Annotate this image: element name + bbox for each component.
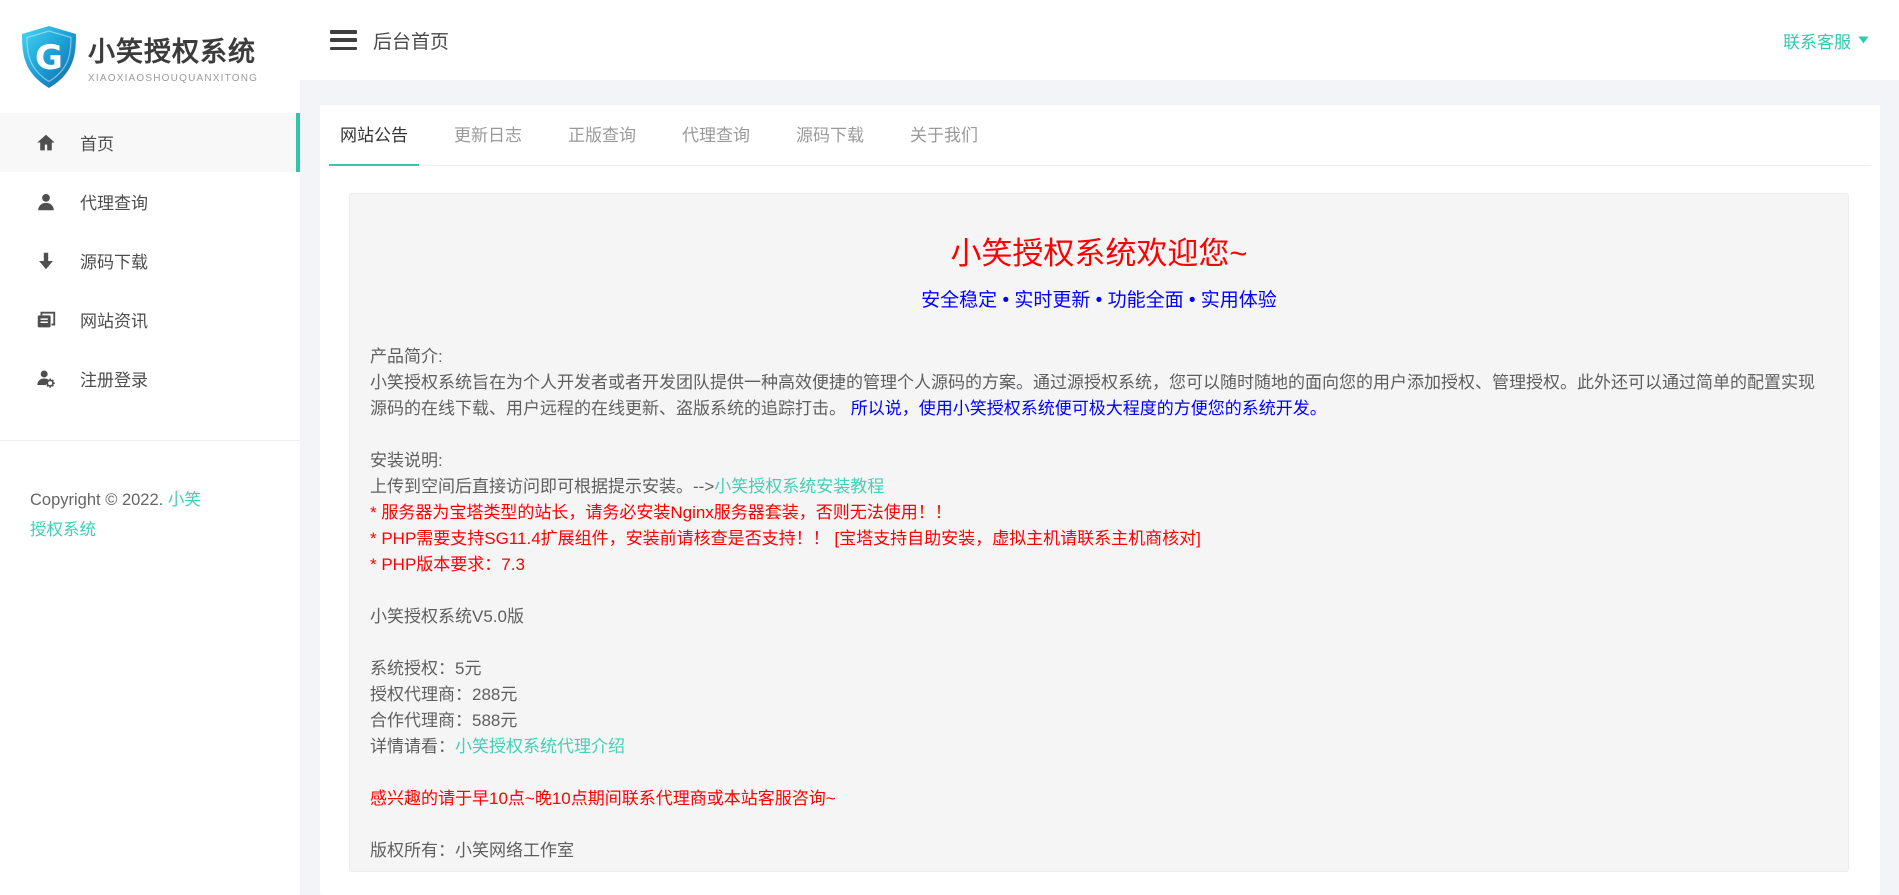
announcement-line <box>370 630 1828 656</box>
announcement-text: 所以说，使用小笑授权系统便可极大程度的方便您的系统开发。 <box>846 399 1327 418</box>
announcement-text: * 服务器为宝塔类型的站长，请务必安装Nginx服务器套装，否则无法使用！！ <box>370 503 952 522</box>
announcement-line: 授权代理商：288元 <box>370 682 1828 708</box>
announcement-line: * PHP版本要求：7.3 <box>370 552 1828 578</box>
sidebar-item-label: 源码下载 <box>80 248 148 273</box>
announcement-text: 系统授权：5元 <box>370 659 481 678</box>
announcement-line <box>370 812 1828 838</box>
page-title: 后台首页 <box>373 27 449 54</box>
announcement-line <box>370 760 1828 786</box>
main-card: 网站公告 更新日志 正版查询 代理查询 源码下载 关于我们 小笑授权系统欢迎您~… <box>320 105 1880 895</box>
brand-subtitle: XIAOXIAOSHOUQUANXITONG <box>88 73 258 84</box>
copyright: Copyright © 2022. 小笑授权系统 <box>0 441 245 545</box>
chevron-down-icon <box>1858 36 1869 44</box>
news-icon <box>34 308 58 332</box>
announcement-text: 产品简介: <box>370 347 443 366</box>
contact-support-dropdown[interactable]: 联系客服 <box>1783 28 1869 53</box>
announcement-line: * 服务器为宝塔类型的站长，请务必安装Nginx服务器套装，否则无法使用！！ <box>370 500 1828 526</box>
announcement-line: 上传到空间后直接访问即可根据提示安装。-->小笑授权系统安装教程 <box>370 474 1828 500</box>
sidebar-menu: 首页 代理查询 源码下载 网站资讯 <box>0 113 300 408</box>
tab-genuine-query[interactable]: 正版查询 <box>557 105 647 166</box>
svg-text:G: G <box>35 38 63 78</box>
announcement-text: 安装说明: <box>370 451 443 470</box>
announcement-line: 合作代理商：588元 <box>370 708 1828 734</box>
person-gear-icon <box>34 367 58 391</box>
sidebar-item-label: 网站资讯 <box>80 307 148 332</box>
copyright-text: Copyright © 2022. <box>30 491 168 509</box>
download-icon <box>34 249 58 273</box>
brand-title: 小笑授权系统 <box>88 30 258 69</box>
announcement-text: 版权所有：小笑网络工作室 <box>370 841 574 860</box>
sidebar-item-source-download[interactable]: 源码下载 <box>0 231 300 290</box>
announcement-body: 产品简介: 小笑授权系统旨在为个人开发者或者开发团队提供一种高效便捷的管理个人源码… <box>370 344 1828 864</box>
announcement-panel: 小笑授权系统欢迎您~ 安全稳定 • 实时更新 • 功能全面 • 实用体验 产品简… <box>349 193 1849 872</box>
announcement-text: * PHP需要支持SG11.4扩展组件，安装前请核查是否支持！！ [宝塔支持自助… <box>370 529 1201 548</box>
tab-source-download[interactable]: 源码下载 <box>785 105 875 166</box>
announcement-line: 小笑授权系统V5.0版 <box>370 604 1828 630</box>
announcement-title: 小笑授权系统欢迎您~ <box>370 228 1828 273</box>
announcement-line: * PHP需要支持SG11.4扩展组件，安装前请核查是否支持！！ [宝塔支持自助… <box>370 526 1828 552</box>
announcement-text: 感兴趣的请于早10点~晚10点期间联系代理商或本站客服咨询~ <box>370 789 836 808</box>
announcement-line: 安装说明: <box>370 448 1828 474</box>
announcement-line: 版权所有：小笑网络工作室 <box>370 838 1828 864</box>
announcement-line: 产品简介: <box>370 344 1828 370</box>
announcement-line: 系统授权：5元 <box>370 656 1828 682</box>
sidebar-item-register-login[interactable]: 注册登录 <box>0 349 300 408</box>
brand-shield-icon: G <box>20 25 78 89</box>
person-icon <box>34 190 58 214</box>
announcement-line <box>370 422 1828 448</box>
sidebar-item-home[interactable]: 首页 <box>0 113 300 172</box>
tab-site-announcement[interactable]: 网站公告 <box>329 105 419 166</box>
logo[interactable]: G 小笑授权系统 XIAOXIAOSHOUQUANXITONG <box>0 0 300 113</box>
announcement-line: 详情请看：小笑授权系统代理介绍 <box>370 734 1828 760</box>
contact-support-label: 联系客服 <box>1783 28 1851 53</box>
home-icon <box>34 131 58 155</box>
tab-bar: 网站公告 更新日志 正版查询 代理查询 源码下载 关于我们 <box>329 105 1871 166</box>
announcement-text: * PHP版本要求：7.3 <box>370 555 525 574</box>
tab-changelog[interactable]: 更新日志 <box>443 105 533 166</box>
sidebar-item-agent-query[interactable]: 代理查询 <box>0 172 300 231</box>
hamburger-menu-icon[interactable] <box>330 30 357 50</box>
announcement-line <box>370 578 1828 604</box>
announcement-text: 授权代理商：288元 <box>370 685 517 704</box>
tab-agent-query[interactable]: 代理查询 <box>671 105 761 166</box>
announcement-text: 合作代理商：588元 <box>370 711 517 730</box>
sidebar-item-label: 代理查询 <box>80 189 148 214</box>
announcement-subtitle: 安全稳定 • 实时更新 • 功能全面 • 实用体验 <box>370 285 1828 312</box>
sidebar-item-label: 首页 <box>80 130 114 155</box>
announcement-text: 上传到空间后直接访问即可根据提示安装。--> <box>370 477 714 496</box>
announcement-text: 小笑授权系统V5.0版 <box>370 607 524 626</box>
sidebar: G 小笑授权系统 XIAOXIAOSHOUQUANXITONG 首页 代理查询 … <box>0 0 300 895</box>
sidebar-item-site-news[interactable]: 网站资讯 <box>0 290 300 349</box>
announcement-link[interactable]: 小笑授权系统安装教程 <box>714 477 884 496</box>
announcement-text: 详情请看： <box>370 737 455 756</box>
tab-about-us[interactable]: 关于我们 <box>899 105 989 166</box>
announcement-link[interactable]: 小笑授权系统代理介绍 <box>455 737 625 756</box>
sidebar-item-label: 注册登录 <box>80 366 148 391</box>
announcement-line: 小笑授权系统旨在为个人开发者或者开发团队提供一种高效便捷的管理个人源码的方案。通… <box>370 370 1828 422</box>
topbar: 后台首页 联系客服 <box>300 0 1899 80</box>
announcement-line: 感兴趣的请于早10点~晚10点期间联系代理商或本站客服咨询~ <box>370 786 1828 812</box>
